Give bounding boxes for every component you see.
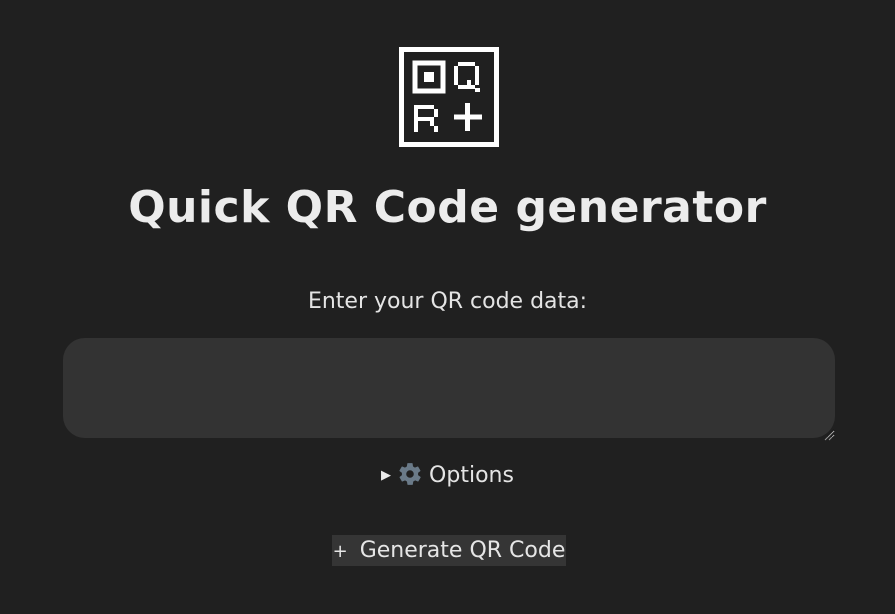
- options-label: Options: [429, 463, 514, 488]
- disclosure-triangle-icon: ▶: [381, 468, 392, 483]
- page-title: Quick QR Code generator: [128, 182, 767, 233]
- generate-qr-button-label: Generate QR Code: [359, 538, 566, 563]
- qr-data-label: Enter your QR code data:: [307, 289, 588, 314]
- options-toggle[interactable]: ▶ Options: [0, 458, 895, 494]
- qr-plus-logo-icon: [399, 47, 499, 147]
- gear-icon: [397, 461, 423, 487]
- plus-icon: +: [332, 541, 348, 562]
- resize-handle-icon[interactable]: [823, 426, 833, 441]
- qr-generator-page: Quick QR Code generator Enter your QR co…: [0, 0, 895, 614]
- qr-data-input[interactable]: [63, 338, 835, 438]
- generate-qr-button[interactable]: + Generate QR Code: [332, 535, 566, 566]
